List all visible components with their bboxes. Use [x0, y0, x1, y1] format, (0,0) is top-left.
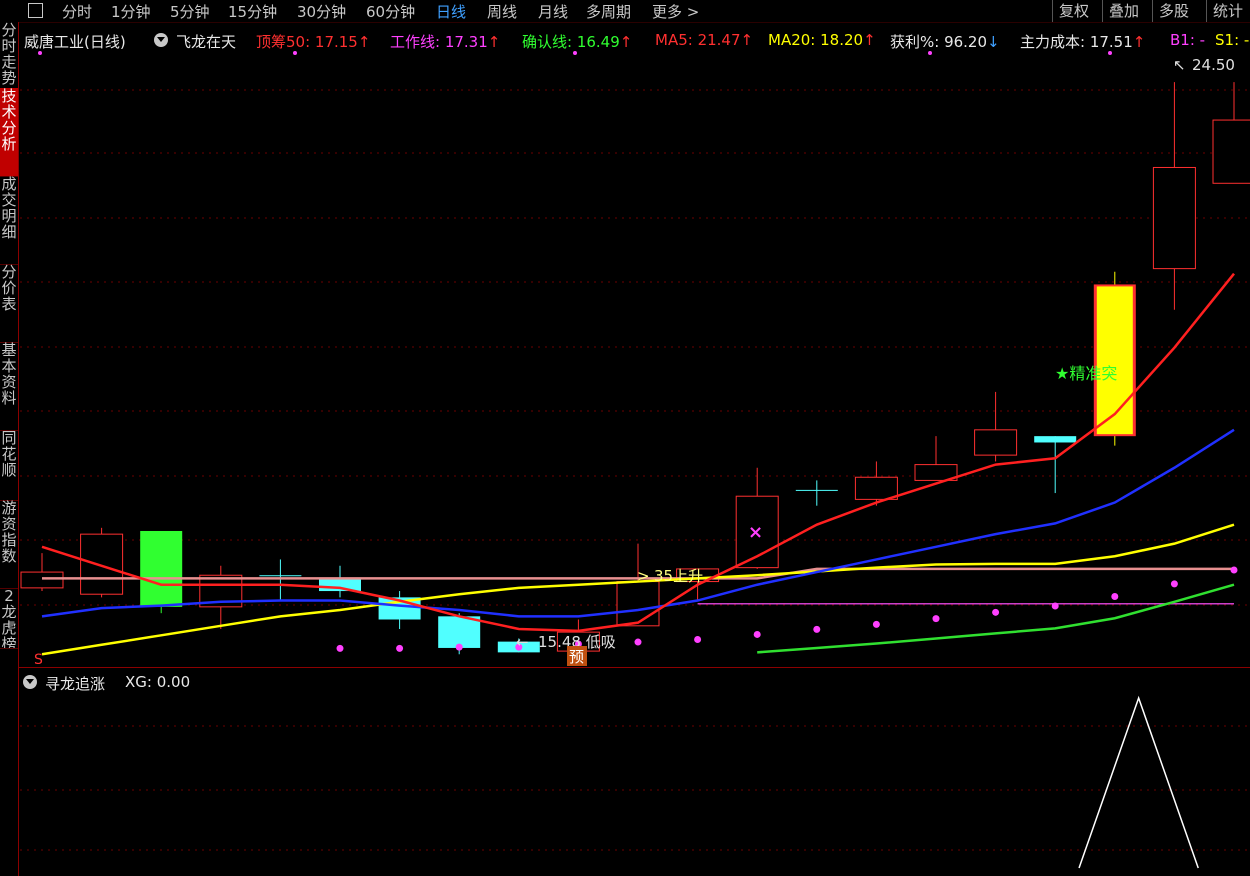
candle-body: [1152, 166, 1196, 270]
candle-body: [616, 581, 660, 627]
support-dot: [336, 644, 344, 652]
candle-body: [140, 530, 183, 607]
pane-divider[interactable]: [18, 667, 1250, 668]
sub-indicator-value: XG: 0.00: [125, 673, 191, 691]
signal-label: ★精准突: [1055, 364, 1117, 383]
high-price-label: 24.50: [1192, 56, 1235, 74]
support-dot: [1230, 566, 1238, 574]
candle-body: [80, 533, 124, 595]
support-dot: [694, 636, 702, 644]
support-dot: [872, 620, 880, 628]
candle-body: [1212, 119, 1250, 184]
green-line: [757, 583, 1235, 654]
buy-arrow-icon: >: [637, 567, 650, 585]
support-dot: [455, 643, 463, 651]
support-dot: [634, 638, 642, 646]
low-arrow-icon: ←: [516, 633, 529, 651]
support-dot: [813, 625, 821, 633]
support-dot: [932, 615, 940, 623]
support-dot: [1170, 580, 1178, 588]
yu-label: 预: [569, 648, 584, 666]
candle-body: [438, 616, 481, 648]
candle-body: [1096, 286, 1133, 435]
marker-dot: [928, 51, 932, 55]
candle-body: [259, 575, 302, 577]
sub-dropdown-icon[interactable]: [23, 675, 37, 689]
buy-point-label: 35上升: [654, 567, 703, 585]
support-dot: [396, 644, 404, 652]
candle-body: [854, 476, 898, 500]
candle-body: [20, 571, 64, 589]
support-dot: [1111, 593, 1119, 601]
marker-dot: [573, 51, 577, 55]
support-dot: [992, 608, 1000, 616]
candle-body: [795, 489, 838, 491]
high-arrow-icon: ↖: [1173, 56, 1186, 74]
s-mark-label: S: [34, 652, 43, 668]
cross-marker-icon: ×: [748, 522, 763, 543]
marker-dot: [38, 51, 42, 55]
candle-body: [974, 429, 1018, 456]
candle-body: [1034, 436, 1077, 443]
support-dot: [1051, 602, 1059, 610]
marker-dot: [1108, 51, 1112, 55]
sub-indicator-name[interactable]: 寻龙追涨: [45, 673, 105, 694]
marker-dot: [293, 51, 297, 55]
xg-line: [1078, 695, 1199, 869]
price-chart[interactable]: ↖ 24.50← 15.48 低吸> 35上升★精准突预S×: [0, 0, 1250, 876]
support-dot: [753, 630, 761, 638]
